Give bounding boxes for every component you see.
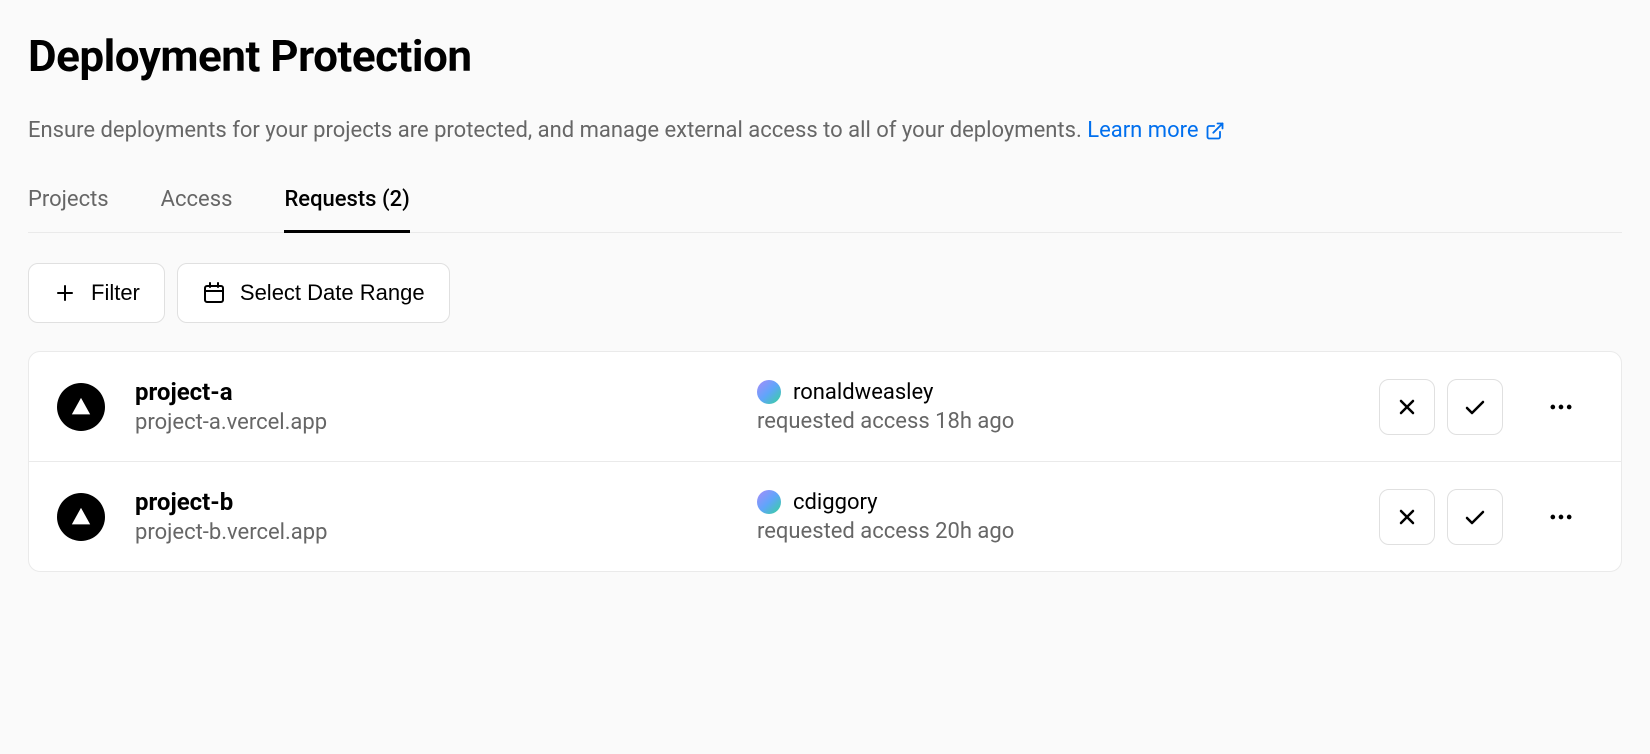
more-button[interactable] [1533,489,1589,545]
request-time: requested access 20h ago [757,519,1349,544]
project-info: project-b project-b.vercel.app [135,488,727,545]
project-logo-icon [57,383,105,431]
close-icon [1395,505,1419,529]
date-range-label: Select Date Range [240,280,425,306]
more-button[interactable] [1533,379,1589,435]
check-icon [1463,395,1487,419]
date-range-button[interactable]: Select Date Range [177,263,450,323]
more-horizontal-icon [1547,503,1575,531]
tab-projects[interactable]: Projects [28,187,109,232]
project-domain: project-a.vercel.app [135,410,727,435]
deny-button[interactable] [1379,489,1435,545]
project-info: project-a project-a.vercel.app [135,378,727,435]
page-title: Deployment Protection [28,30,1622,82]
requester-username: ronaldweasley [793,380,933,405]
close-icon [1395,395,1419,419]
requester-info: cdiggory requested access 20h ago [757,490,1349,544]
row-actions [1379,379,1589,435]
toolbar: Filter Select Date Range [28,263,1622,323]
filter-label: Filter [91,280,140,306]
request-time: requested access 18h ago [757,409,1349,434]
more-horizontal-icon [1547,393,1575,421]
check-icon [1463,505,1487,529]
deny-button[interactable] [1379,379,1435,435]
avatar [757,490,781,514]
project-logo-icon [57,493,105,541]
avatar [757,380,781,404]
requester-username: cdiggory [793,490,878,515]
external-link-icon [1205,121,1225,141]
page-description: Ensure deployments for your projects are… [28,114,1622,147]
calendar-icon [202,281,226,305]
request-row: project-a project-a.vercel.app ronaldwea… [29,352,1621,462]
filter-button[interactable]: Filter [28,263,165,323]
tab-access[interactable]: Access [161,187,233,232]
project-domain: project-b.vercel.app [135,520,727,545]
project-name: project-b [135,488,727,516]
approve-button[interactable] [1447,379,1503,435]
requests-list: project-a project-a.vercel.app ronaldwea… [28,351,1622,572]
learn-more-label: Learn more [1087,114,1198,147]
requester-info: ronaldweasley requested access 18h ago [757,380,1349,434]
row-actions [1379,489,1589,545]
approve-button[interactable] [1447,489,1503,545]
description-text: Ensure deployments for your projects are… [28,118,1082,143]
learn-more-link[interactable]: Learn more [1087,114,1224,147]
plus-icon [53,281,77,305]
tabs: Projects Access Requests (2) [28,187,1622,233]
project-name: project-a [135,378,727,406]
request-row: project-b project-b.vercel.app cdiggory … [29,462,1621,571]
tab-requests[interactable]: Requests (2) [284,187,409,232]
